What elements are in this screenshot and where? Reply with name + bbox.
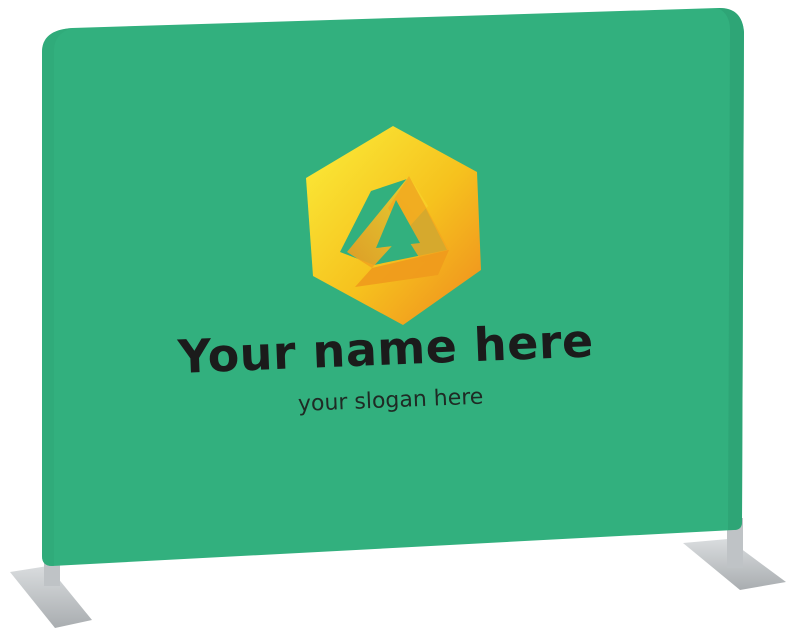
banner-stand-scene	[10, 7, 786, 628]
